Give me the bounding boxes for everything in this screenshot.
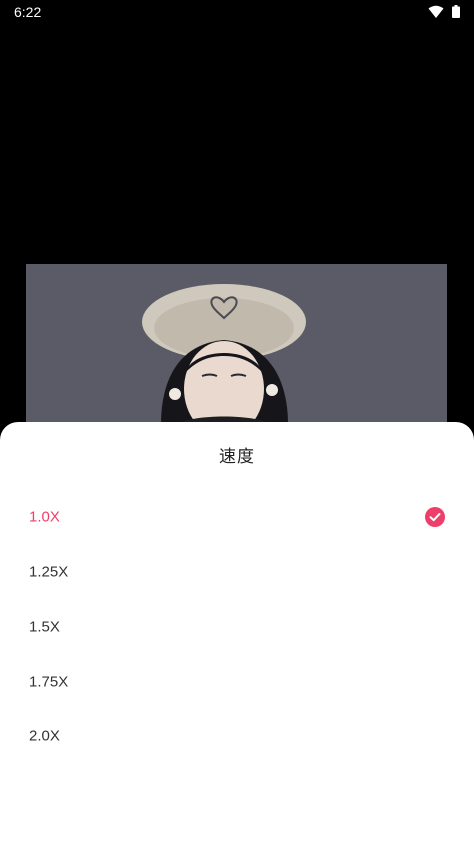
speed-bottom-sheet: 速度 1.0X 1.25X 1.5X 1.75X 2.0X	[0, 422, 474, 844]
status-time: 6:22	[14, 4, 42, 20]
check-circle-icon	[425, 507, 445, 528]
video-player[interactable]	[0, 24, 474, 424]
sheet-title: 速度	[219, 447, 255, 467]
speed-option-1-0x[interactable]: 1.0X	[0, 490, 474, 545]
wifi-icon	[428, 5, 444, 19]
speed-option-label: 1.0X	[29, 508, 60, 526]
speed-option-2-0x[interactable]: 2.0X	[0, 709, 474, 764]
speed-option-1-75x[interactable]: 1.75X	[0, 654, 474, 709]
video-thumbnail	[26, 264, 447, 424]
speed-options-list: 1.0X 1.25X 1.5X 1.75X 2.0X	[0, 490, 474, 764]
speed-option-label: 1.75X	[29, 673, 69, 691]
speed-option-label: 2.0X	[29, 727, 60, 745]
speed-option-label: 1.5X	[29, 618, 60, 636]
status-bar: 6:22	[0, 0, 474, 24]
battery-icon	[452, 5, 460, 18]
speed-option-label: 1.25X	[29, 563, 69, 581]
speed-option-1-25x[interactable]: 1.25X	[0, 545, 474, 600]
speed-option-1-5x[interactable]: 1.5X	[0, 600, 474, 655]
video-frame	[26, 264, 447, 424]
